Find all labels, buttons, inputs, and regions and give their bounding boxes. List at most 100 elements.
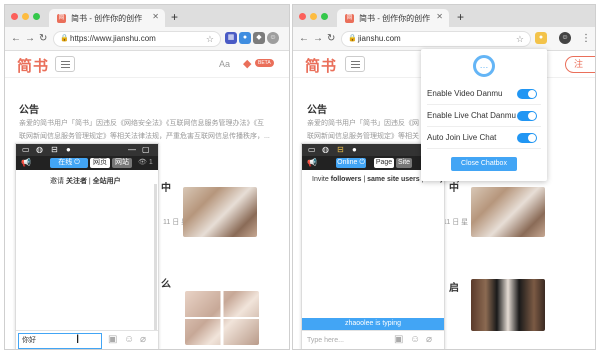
tab-bar: 简 简书 - 创作你的创作 ✕ + bbox=[5, 5, 289, 27]
bookmark-star-icon[interactable]: ☆ bbox=[206, 32, 214, 46]
url-text: jianshu.com bbox=[358, 34, 401, 43]
extension-grid-icon[interactable]: ▦ bbox=[225, 32, 237, 44]
invite-row: 邀请 关注者 | 全站用户 bbox=[50, 178, 121, 185]
zoom-window-dot[interactable] bbox=[321, 13, 328, 20]
chat-group-icon[interactable]: ◍ bbox=[36, 145, 43, 154]
chat-user-icon[interactable]: ● bbox=[352, 145, 357, 154]
chat-input-area: 你好 I ▣ ☺ ⌀ bbox=[16, 330, 158, 349]
hamburger-menu-icon[interactable] bbox=[345, 56, 365, 72]
emoji-icon[interactable]: ☺ bbox=[410, 334, 420, 345]
tab-site-button[interactable]: Site bbox=[396, 158, 412, 168]
chat-inbox-icon[interactable]: ⊟ bbox=[51, 145, 58, 154]
chat-message-input[interactable]: 你好 bbox=[18, 333, 102, 349]
video-danmu-toggle[interactable] bbox=[517, 89, 537, 99]
close-tab-icon[interactable]: ✕ bbox=[152, 12, 159, 21]
chat-user-icon[interactable]: ● bbox=[66, 145, 71, 154]
notice-line: 亲爱的简书用户「简书」因违反《网络安全法》《互联网信息服务管理办法》《互 bbox=[19, 120, 264, 127]
article-thumbnail-collage[interactable] bbox=[185, 291, 259, 345]
auto-join-label: Auto Join Live Chat bbox=[427, 133, 497, 142]
attachment-icon[interactable]: ⌀ bbox=[426, 334, 432, 345]
site-logo[interactable]: 简书 bbox=[305, 55, 337, 76]
typing-indicator: zhaoolee is typing bbox=[302, 318, 444, 330]
back-icon[interactable]: ← bbox=[11, 33, 21, 44]
extension-puzzle-icon[interactable]: ◆ bbox=[253, 32, 265, 44]
url-text: https://www.jianshu.com bbox=[70, 34, 156, 43]
close-window-dot[interactable] bbox=[11, 13, 18, 20]
megaphone-icon[interactable]: 📢 bbox=[307, 158, 317, 167]
online-status-label: 在线 bbox=[58, 159, 73, 166]
lock-icon: 🔒 bbox=[60, 35, 69, 42]
article-meta: 11 日 星 bbox=[443, 219, 469, 226]
live-chat-danmu-toggle[interactable] bbox=[517, 111, 537, 121]
invite-followers-link[interactable]: followers bbox=[331, 176, 362, 183]
article-thumbnail-students[interactable] bbox=[471, 279, 545, 331]
url-input[interactable]: 🔒 https://www.jianshu.com ☆ bbox=[53, 31, 221, 47]
image-upload-icon[interactable]: ▣ bbox=[108, 334, 117, 345]
emoji-icon[interactable]: ☺ bbox=[124, 334, 134, 345]
auto-join-toggle[interactable] bbox=[517, 133, 537, 143]
notice-line: 联网新闻信息服务管理规定》等相关法律法规，严重危害互联网信息传播秩序，... bbox=[19, 133, 270, 140]
online-status-button[interactable]: Online ⏻ bbox=[336, 158, 366, 168]
megaphone-icon[interactable]: 📢 bbox=[21, 158, 31, 167]
tab-site-button[interactable]: 网站 bbox=[112, 158, 132, 168]
tab-title: 简书 - 创作你的创作 bbox=[71, 14, 143, 23]
tab-page-button[interactable]: 网页 bbox=[90, 158, 110, 168]
forward-icon[interactable]: → bbox=[25, 33, 35, 44]
chat-inbox-icon[interactable]: ⊟ bbox=[337, 145, 344, 154]
font-size-button[interactable]: Aa bbox=[219, 59, 230, 69]
new-tab-icon[interactable]: + bbox=[457, 10, 464, 24]
chat-scrollbar[interactable] bbox=[154, 184, 157, 334]
url-input[interactable]: 🔒 jianshu.com ☆ bbox=[341, 31, 531, 47]
minimize-window-dot[interactable] bbox=[310, 13, 317, 20]
invite-site-link[interactable]: same site users bbox=[367, 176, 420, 183]
close-chatbox-button[interactable]: Close Chatbox bbox=[451, 157, 517, 171]
diamond-icon[interactable]: ◆ bbox=[243, 57, 251, 70]
article-thumbnail-group-photo[interactable] bbox=[471, 187, 545, 237]
reload-icon[interactable]: ↻ bbox=[39, 33, 47, 44]
register-button[interactable]: 注 bbox=[565, 56, 595, 73]
invite-prefix: Invite bbox=[312, 176, 329, 183]
right-browser-window: 简 简书 - 创作你的创作 ✕ + ← → ↻ 🔒 jianshu.com ☆ … bbox=[292, 4, 596, 350]
invite-site-link[interactable]: 全站用户 bbox=[93, 178, 121, 185]
forward-icon[interactable]: → bbox=[313, 33, 323, 44]
extension-chat-active-icon[interactable]: ● bbox=[535, 32, 547, 44]
attachment-icon[interactable]: ⌀ bbox=[140, 334, 146, 345]
tab-page-button[interactable]: Page bbox=[374, 158, 394, 168]
chat-bubble-icon[interactable]: ▭ bbox=[22, 145, 30, 154]
bookmark-star-icon[interactable]: ☆ bbox=[516, 32, 524, 46]
live-chat-danmu-label: Enable Live Chat Danmu bbox=[427, 111, 516, 120]
chat-minimize-icon[interactable]: — bbox=[128, 145, 136, 154]
reload-icon[interactable]: ↻ bbox=[327, 33, 335, 44]
close-window-dot[interactable] bbox=[299, 13, 306, 20]
minimize-window-dot[interactable] bbox=[22, 13, 29, 20]
chat-restore-icon[interactable]: ▢ bbox=[142, 145, 150, 154]
browser-tab[interactable]: 简 简书 - 创作你的创作 ✕ bbox=[337, 9, 449, 27]
invite-followers-link[interactable]: 关注者 bbox=[66, 178, 87, 185]
more-menu-icon[interactable]: ⋮ bbox=[581, 33, 591, 44]
hamburger-menu-icon[interactable] bbox=[55, 56, 75, 72]
article-title-fragment[interactable]: 启 bbox=[449, 279, 459, 294]
live-chat-panel: ▭ ◍ ⊟ ● — ▢ 📢 在线 ⏻ 网页 网站 👁 1 邀请 关注者 | 全站… bbox=[15, 143, 159, 349]
chat-message-input[interactable]: Type here... bbox=[304, 333, 388, 349]
profile-avatar-icon[interactable]: ☺ bbox=[559, 32, 571, 44]
extension-chat-icon[interactable]: ● bbox=[239, 32, 251, 44]
article-title-fragment[interactable]: 么 bbox=[161, 275, 171, 290]
zoom-window-dot[interactable] bbox=[33, 13, 40, 20]
chat-group-icon[interactable]: ◍ bbox=[322, 145, 329, 154]
close-tab-icon[interactable]: ✕ bbox=[436, 12, 443, 21]
notice-line: 联网新闻信息服务管理规定》等相关 bbox=[307, 133, 419, 140]
beta-badge: BETA bbox=[255, 59, 274, 67]
article-thumbnail-group-photo[interactable] bbox=[183, 187, 257, 237]
new-tab-icon[interactable]: + bbox=[171, 10, 178, 24]
extension-settings-popup: … Enable Video Danmu Enable Live Chat Da… bbox=[421, 49, 547, 181]
profile-avatar-icon[interactable]: ☺ bbox=[267, 32, 279, 44]
back-icon[interactable]: ← bbox=[299, 33, 309, 44]
invite-prefix: 邀请 bbox=[50, 178, 64, 185]
chat-bubble-icon[interactable]: ▭ bbox=[308, 145, 316, 154]
chat-toolbar: ▭ ◍ ⊟ ● — ▢ bbox=[16, 144, 158, 156]
article-title-fragment[interactable]: 中 bbox=[161, 179, 171, 194]
image-upload-icon[interactable]: ▣ bbox=[394, 334, 403, 345]
online-status-button[interactable]: 在线 ⏻ bbox=[50, 158, 88, 168]
site-logo[interactable]: 简书 bbox=[17, 55, 49, 76]
browser-tab[interactable]: 简 简书 - 创作你的创作 ✕ bbox=[49, 9, 165, 27]
